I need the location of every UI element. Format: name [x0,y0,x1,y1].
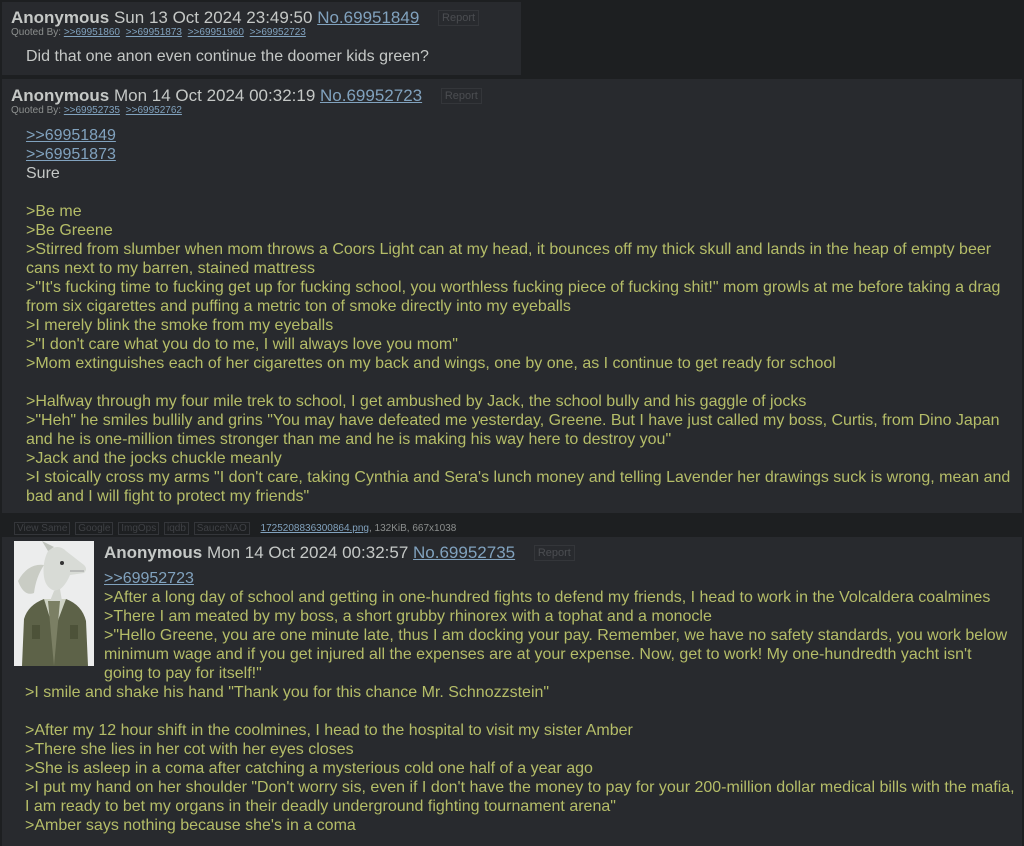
greentext-line: I am ready to bet my organs in their dea… [25,798,616,815]
quote-link[interactable]: >>69951849 [26,126,1010,145]
greentext-line: >Halfway through my four mile trek to sc… [26,393,807,410]
greentext-line: >Amber says nothing because she's in a c… [25,817,356,834]
greentext-line: >"Hello Greene, you are one minute late,… [104,627,1008,644]
greentext-line: >"Heh" he smiles bullily and grins "You … [26,412,1000,429]
post-date: Mon 14 Oct 2024 00:32:57 [206,543,409,562]
greentext-line: >I smile and shake his hand "Thank you f… [25,684,550,701]
backlink[interactable]: >>69952723 [250,27,306,38]
post-number-link[interactable]: No.69952735 [413,543,515,562]
message-line [26,183,1010,202]
greentext-line: >Mom extinguishes each of her cigarettes… [26,355,836,372]
view-same-button[interactable]: View Same [14,522,71,535]
post-message-continued: >I smile and shake his hand "Thank you f… [25,683,1015,835]
quoted-by: Quoted By: >>69951860 >>69951873 >>69951… [11,27,309,39]
greentext-line: >Be me [26,203,82,220]
report-button[interactable]: Report [440,88,482,104]
greentext-line: >"It's fucking time to fucking get up fo… [26,279,1001,296]
backlink[interactable]: >>69951860 [64,27,120,38]
message-line: Did that one anon even continue the doom… [26,48,429,65]
post-message: >>69951849 >>69951873 Sure >Be me >Be Greene… [26,126,1010,506]
greentext-line: >Stirred from slumber when mom throws a … [26,241,992,258]
post-number-link[interactable]: No.69952723 [320,86,422,105]
post-header: Anonymous Sun 13 Oct 2024 23:49:50 No.69… [11,8,480,28]
quoted-by-label: Quoted By: [11,105,62,116]
poster-name: Anonymous [11,8,110,27]
poster-name: Anonymous [11,86,110,105]
character-illustration [14,541,94,666]
post-message-beside-image: >>69952723 >After a long day of school an… [104,569,1007,683]
backlink[interactable]: >>69951960 [188,27,244,38]
greentext-line: >After a long day of school and getting … [104,589,991,606]
iqdb-button[interactable]: iqdb [164,522,189,535]
post-69952723: Anonymous Mon 14 Oct 2024 00:32:19 No.69… [2,79,1022,513]
greentext-line: cans next to my barren, stained mattress [26,260,316,277]
quote-link[interactable]: >>69951873 [26,145,1010,164]
backlink[interactable]: >>69952762 [126,105,182,116]
google-search-button[interactable]: Google [75,522,114,535]
greentext-line: >She is asleep in a coma after catching … [25,760,593,777]
quoted-by-label: Quoted By: [11,27,62,38]
greentext-line: >After my 12 hour shift in the coolmines… [25,722,633,739]
greentext-line: >I merely blink the smoke from my eyebal… [26,317,334,334]
greentext-line: >Jack and the jocks chuckle meanly [26,450,282,467]
greentext-line: >Be Greene [26,222,113,239]
report-button[interactable]: Report [438,10,480,26]
post-number-link[interactable]: No.69951849 [317,8,419,27]
greentext-line: >There she lies in her cot with her eyes… [25,741,354,758]
greentext-line: bad and I will fight to protect my frien… [26,488,310,505]
report-button[interactable]: Report [533,545,575,561]
message-line [26,373,1010,392]
file-meta: , 132KiB, 667x1038 [368,523,457,534]
greentext-line: from six cigarettes and puffing a metric… [26,298,571,315]
post-date: Sun 13 Oct 2024 23:49:50 [113,8,313,27]
quoted-by: Quoted By: >>69952735 >>69952762 [11,105,185,117]
greentext-line: >I stoically cross my arms "I don't care… [26,469,1011,486]
file-name-link[interactable]: 1725208836300864.png [261,523,369,534]
post-thumbnail-image[interactable] [14,541,94,666]
quote-link[interactable]: >>69952723 [104,569,1007,588]
greentext-line: >"I don't care what you do to me, I will… [26,336,458,353]
imgops-button[interactable]: ImgOps [118,522,160,535]
message-line [25,702,1015,721]
post-69951849: Anonymous Sun 13 Oct 2024 23:49:50 No.69… [2,2,521,75]
post-date: Mon 14 Oct 2024 00:32:19 [113,86,316,105]
backlink[interactable]: >>69951873 [126,27,182,38]
greentext-line: minimum wage and if you get injured all … [104,646,972,663]
greentext-line: >There I am meated by my boss, a short g… [104,608,712,625]
message-line: Sure [26,165,60,182]
greentext-line: and he is one-million times stronger tha… [26,431,672,448]
post-header: Anonymous Mon 14 Oct 2024 00:32:19 No.69… [11,86,482,106]
post-header: Anonymous Mon 14 Oct 2024 00:32:57 No.69… [104,543,575,563]
greentext-line: going to pay for itself!" [104,665,262,682]
saucenao-button[interactable]: SauceNAO [193,522,250,535]
file-info-bar: View Same Google ImgOps iqdb SauceNAO 17… [14,522,457,535]
poster-name: Anonymous [104,543,203,562]
backlink[interactable]: >>69952735 [64,105,120,116]
greentext-line: >I put my hand on her shoulder "Don't wo… [25,779,1015,796]
post-message: Did that one anon even continue the doom… [26,47,429,66]
